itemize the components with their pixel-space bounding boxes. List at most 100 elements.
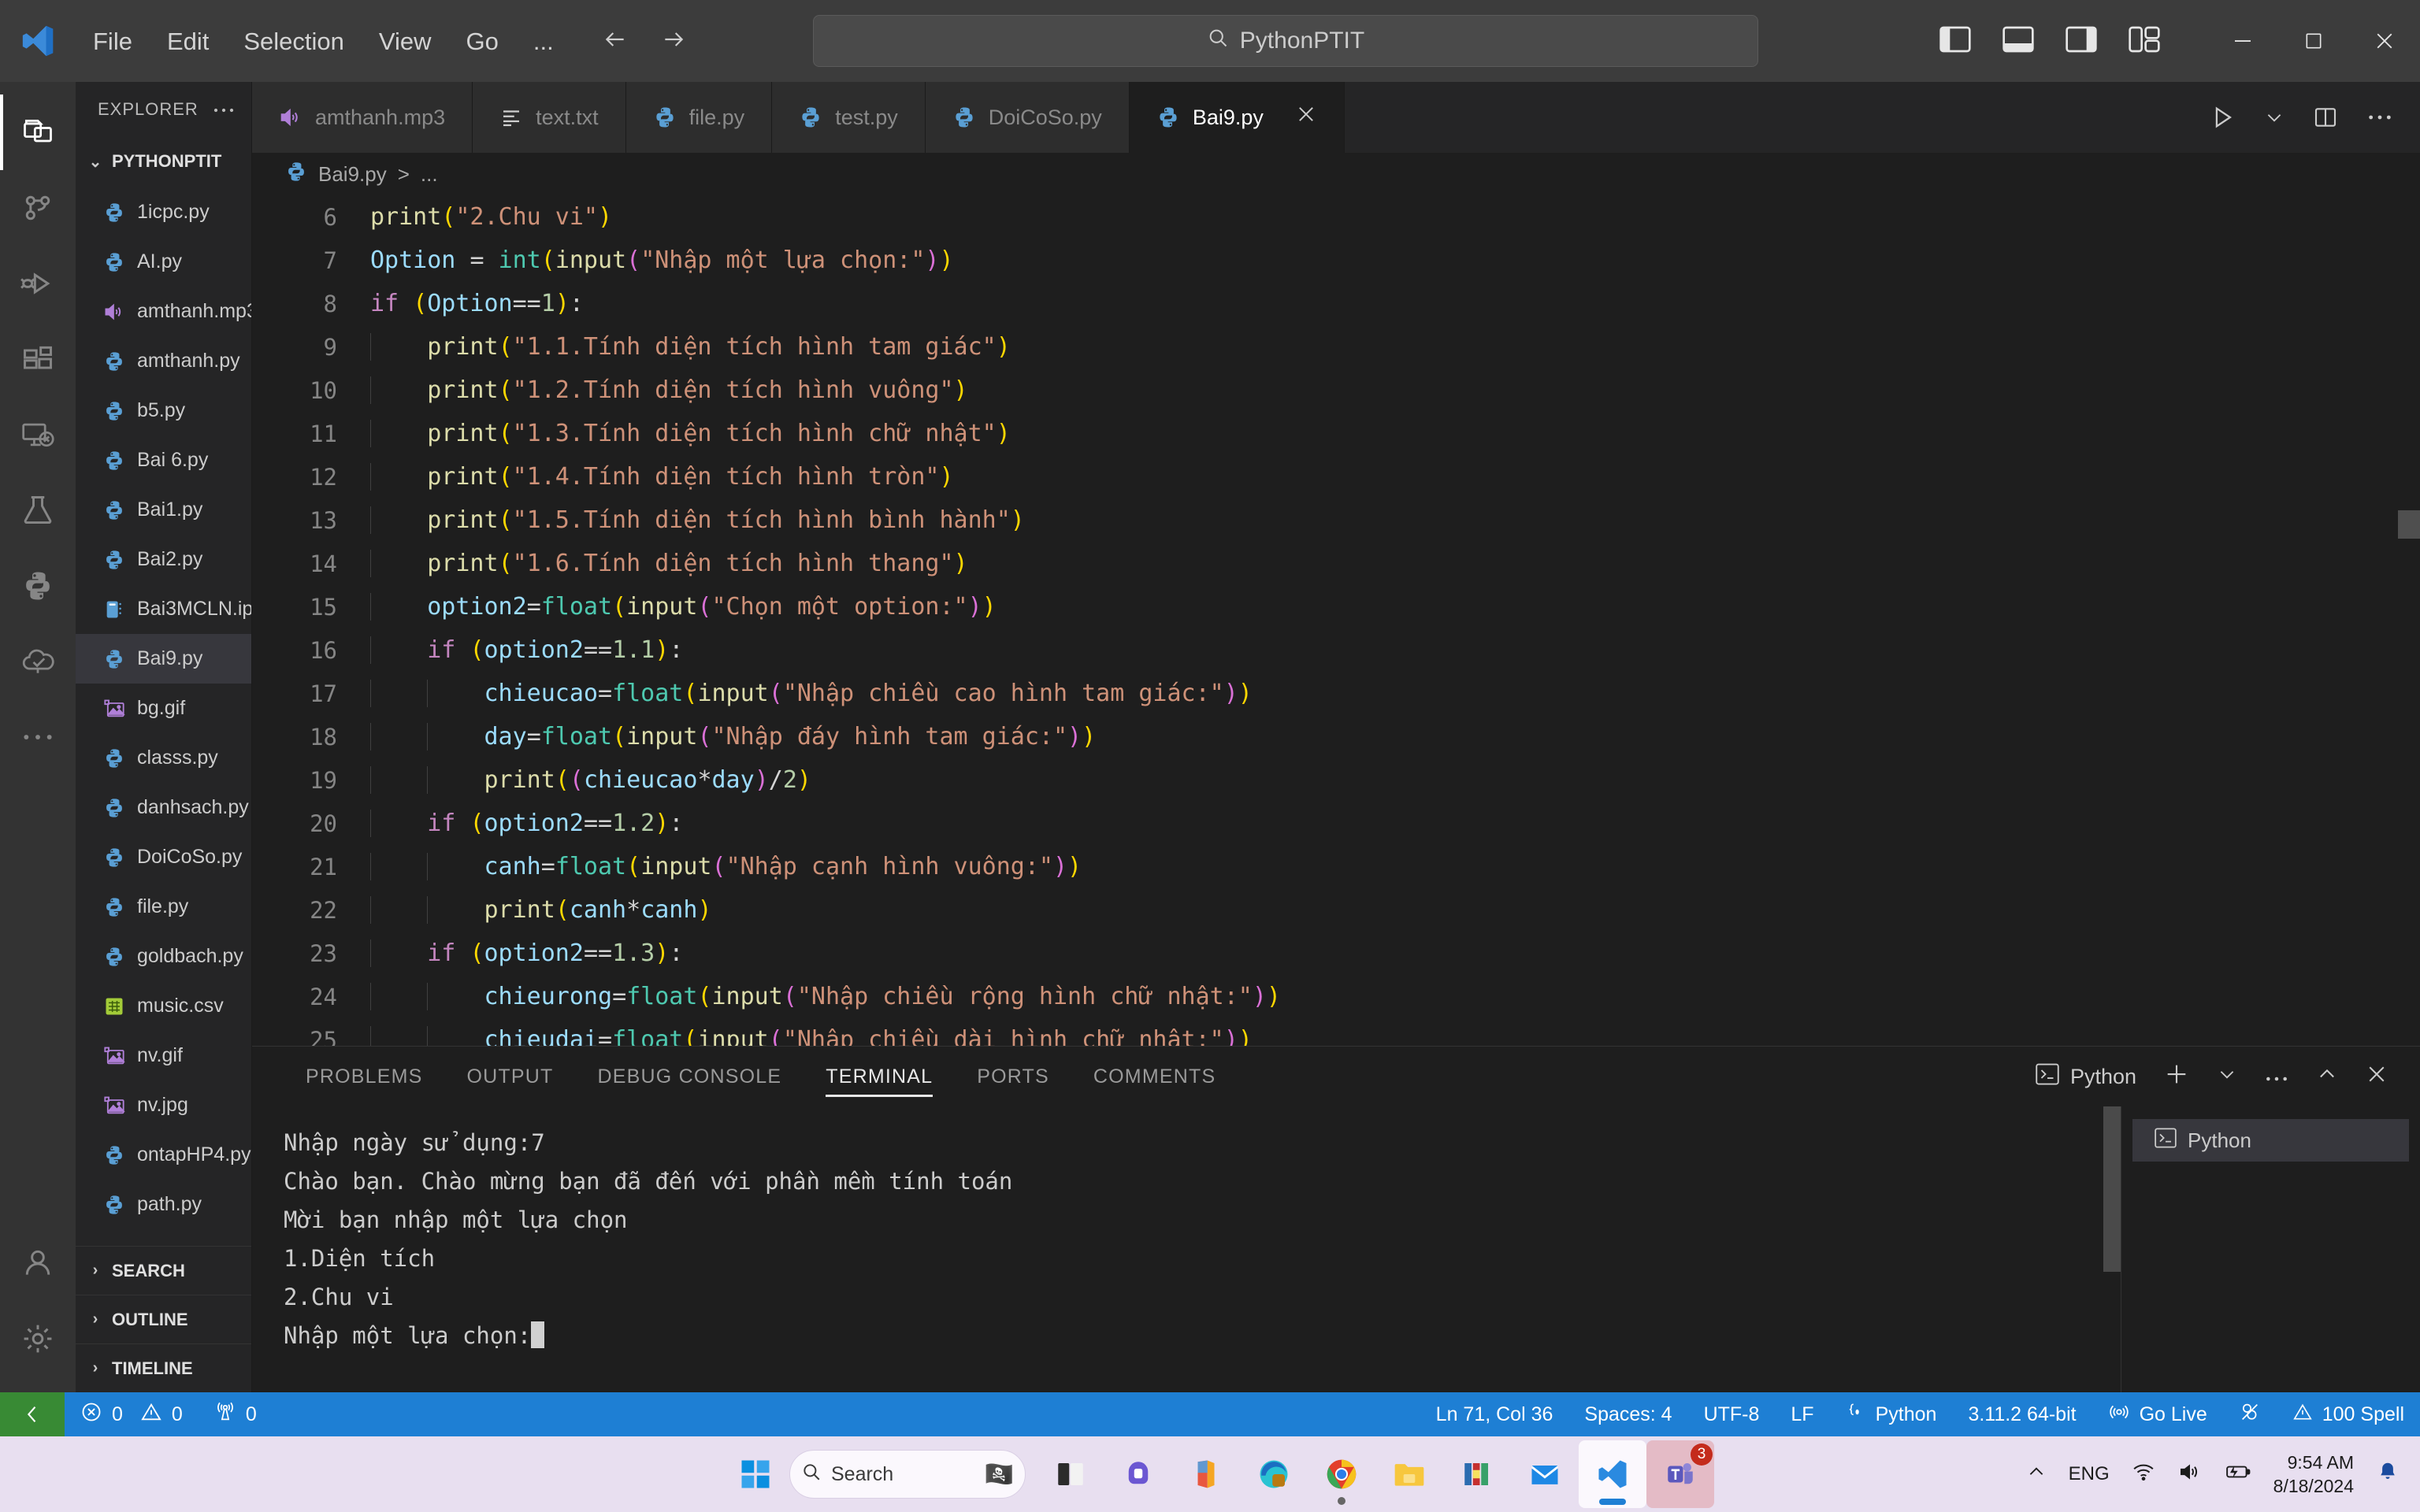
- terminal-profile-dropdown-icon[interactable]: [2217, 1064, 2237, 1090]
- taskbar-microsoft-teams[interactable]: 3: [1646, 1440, 1714, 1508]
- file-item[interactable]: AI.py: [76, 237, 251, 287]
- code-line[interactable]: 18 day=float(input("Nhập đáy hình tam gi…: [252, 715, 2420, 758]
- activity-run-and-debug[interactable]: [0, 246, 76, 321]
- taskbar-visual-studio-code[interactable]: [1579, 1440, 1646, 1508]
- code-line[interactable]: 9 print("1.1.Tính diện tích hình tam giá…: [252, 325, 2420, 369]
- taskbar-file-explorer[interactable]: [1375, 1440, 1443, 1508]
- tray-overflow-icon[interactable]: [2026, 1462, 2047, 1488]
- file-item[interactable]: DoiCoSo.py: [76, 832, 251, 882]
- activity-additional-views[interactable]: [0, 699, 76, 775]
- file-item[interactable]: Bai1.py: [76, 485, 251, 535]
- breadcrumb-more[interactable]: ...: [421, 162, 438, 187]
- ellipsis-icon[interactable]: [2366, 113, 2393, 122]
- file-item[interactable]: Bai2.py: [76, 535, 251, 584]
- panel-tab[interactable]: PORTS: [955, 1047, 1071, 1106]
- close-panel-icon[interactable]: [2365, 1062, 2388, 1091]
- activity-python[interactable]: [0, 548, 76, 624]
- sidebar-section-timeline[interactable]: › TIMELINE: [76, 1343, 251, 1392]
- editor-tab[interactable]: Bai9.py: [1129, 82, 1345, 153]
- split-editor-icon[interactable]: [2313, 105, 2338, 130]
- editor-tab[interactable]: amthanh.mp3: [252, 82, 473, 153]
- sidebar-section-outline[interactable]: › OUTLINE: [76, 1295, 251, 1343]
- file-item[interactable]: nv.gif: [76, 1031, 251, 1080]
- activity-sonarlint[interactable]: [0, 624, 76, 699]
- file-item[interactable]: 1icpc.py: [76, 187, 251, 237]
- clock[interactable]: 9:54 AM 8/18/2024: [2273, 1451, 2354, 1498]
- problems-indicator[interactable]: 0 0: [65, 1392, 199, 1436]
- start-button[interactable]: [722, 1440, 789, 1508]
- file-item[interactable]: goldbach.py: [76, 932, 251, 981]
- taskbar-google-chrome[interactable]: [1308, 1440, 1375, 1508]
- activity-source-control[interactable]: [0, 170, 76, 246]
- maximize-window-button[interactable]: [2278, 0, 2349, 82]
- file-tree[interactable]: 1icpc.py AI.py amthanh.mp3 amthanh.py b5.py B…: [76, 186, 251, 1246]
- taskbar-copilot[interactable]: [1104, 1440, 1172, 1508]
- code-line[interactable]: 20 if (option2==1.2):: [252, 802, 2420, 845]
- explorer-more-icon[interactable]: [212, 99, 236, 120]
- close-window-button[interactable]: [2349, 0, 2420, 82]
- activity-settings-gear[interactable]: [0, 1301, 76, 1377]
- file-item[interactable]: amthanh.py: [76, 336, 251, 386]
- forward-arrow-icon[interactable]: [658, 27, 689, 56]
- editor-tab[interactable]: DoiCoSo.py: [925, 82, 1130, 153]
- code-line[interactable]: 24 chieurong=float(input("Nhập chiều rộn…: [252, 975, 2420, 1018]
- customize-layout-icon[interactable]: [2129, 26, 2160, 57]
- notification-bell-icon[interactable]: [2376, 1460, 2400, 1489]
- file-item[interactable]: bg.gif: [76, 684, 251, 733]
- code-line[interactable]: 23 if (option2==1.3):: [252, 932, 2420, 975]
- code-line[interactable]: 19 print((chieucao*day)/2): [252, 758, 2420, 802]
- remote-window-indicator[interactable]: [0, 1392, 65, 1436]
- code-line[interactable]: 11 print("1.3.Tính diện tích hình chữ nh…: [252, 412, 2420, 455]
- close-tab-icon[interactable]: [1295, 103, 1317, 132]
- terminal-scrollbar[interactable]: [2103, 1106, 2121, 1272]
- python-interpreter[interactable]: 3.11.2 64-bit: [1952, 1392, 2092, 1436]
- menu-go[interactable]: Go: [449, 23, 516, 60]
- ports-indicator[interactable]: 0: [199, 1392, 273, 1436]
- menu-more[interactable]: ...: [516, 23, 571, 60]
- panel-tab[interactable]: DEBUG CONSOLE: [576, 1047, 804, 1106]
- wifi-icon[interactable]: [2132, 1462, 2155, 1488]
- code-line[interactable]: 10 print("1.2.Tính diện tích hình vuông"…: [252, 369, 2420, 412]
- code-line[interactable]: 17 chieucao=float(input("Nhập chiều cao …: [252, 672, 2420, 715]
- end-of-line[interactable]: LF: [1775, 1392, 1829, 1436]
- code-line[interactable]: 14 print("1.6.Tính diện tích hình thang"…: [252, 542, 2420, 585]
- go-live[interactable]: Go Live: [2092, 1392, 2223, 1436]
- speaker-icon[interactable]: [2177, 1462, 2201, 1488]
- chevron-down-icon[interactable]: [2264, 107, 2285, 128]
- terminal-list-item-python[interactable]: Python: [2132, 1119, 2409, 1162]
- file-item[interactable]: Bai3MCLN.ipynb: [76, 584, 251, 634]
- code-line[interactable]: 15 option2=float(input("Chọn một option:…: [252, 585, 2420, 628]
- activity-testing[interactable]: [0, 472, 76, 548]
- activity-accounts[interactable]: [0, 1225, 76, 1301]
- command-center-search[interactable]: PythonPTIT: [813, 15, 1758, 67]
- folder-root-header[interactable]: ⌄ PYTHONPTIT: [76, 137, 251, 186]
- taskbar-microsoft-365[interactable]: [1172, 1440, 1240, 1508]
- panel-tab[interactable]: OUTPUT: [445, 1047, 576, 1106]
- editor-scrollbar[interactable]: [2398, 510, 2420, 539]
- code-line[interactable]: 16 if (option2==1.1):: [252, 628, 2420, 672]
- terminal-profile-label[interactable]: Python: [2036, 1063, 2136, 1091]
- play-icon[interactable]: [2209, 104, 2236, 131]
- sidebar-section-search[interactable]: › SEARCH: [76, 1246, 251, 1295]
- code-line[interactable]: 13 print("1.5.Tính diện tích hình bình h…: [252, 498, 2420, 542]
- panel-tab[interactable]: TERMINAL: [804, 1047, 955, 1106]
- menu-file[interactable]: File: [76, 23, 150, 60]
- taskbar-microsoft-edge[interactable]: [1240, 1440, 1308, 1508]
- taskbar-mail[interactable]: [1511, 1440, 1579, 1508]
- taskbar-search[interactable]: Search 🏴‍☠️: [789, 1450, 1026, 1499]
- taskbar-winrar[interactable]: [1443, 1440, 1511, 1508]
- breadcrumb-file[interactable]: Bai9.py: [318, 162, 387, 187]
- code-line[interactable]: 25 chieudai=float(input("Nhập chiều dài …: [252, 1018, 2420, 1046]
- panel-tab[interactable]: PROBLEMS: [284, 1047, 445, 1106]
- input-language[interactable]: ENG: [2069, 1463, 2110, 1485]
- language-mode[interactable]: Python: [1830, 1392, 1953, 1436]
- editor-position[interactable]: Ln 71, Col 36: [1420, 1392, 1569, 1436]
- file-item[interactable]: amthanh.mp3: [76, 287, 251, 336]
- activity-remote-explorer[interactable]: [0, 397, 76, 472]
- editor-tab[interactable]: test.py: [772, 82, 926, 153]
- indentation[interactable]: Spaces: 4: [1568, 1392, 1687, 1436]
- battery-charging-icon[interactable]: [2223, 1462, 2251, 1488]
- code-line[interactable]: 22 print(canh*canh): [252, 888, 2420, 932]
- file-item[interactable]: nv.jpg: [76, 1080, 251, 1130]
- maximize-panel-icon[interactable]: [2316, 1063, 2338, 1091]
